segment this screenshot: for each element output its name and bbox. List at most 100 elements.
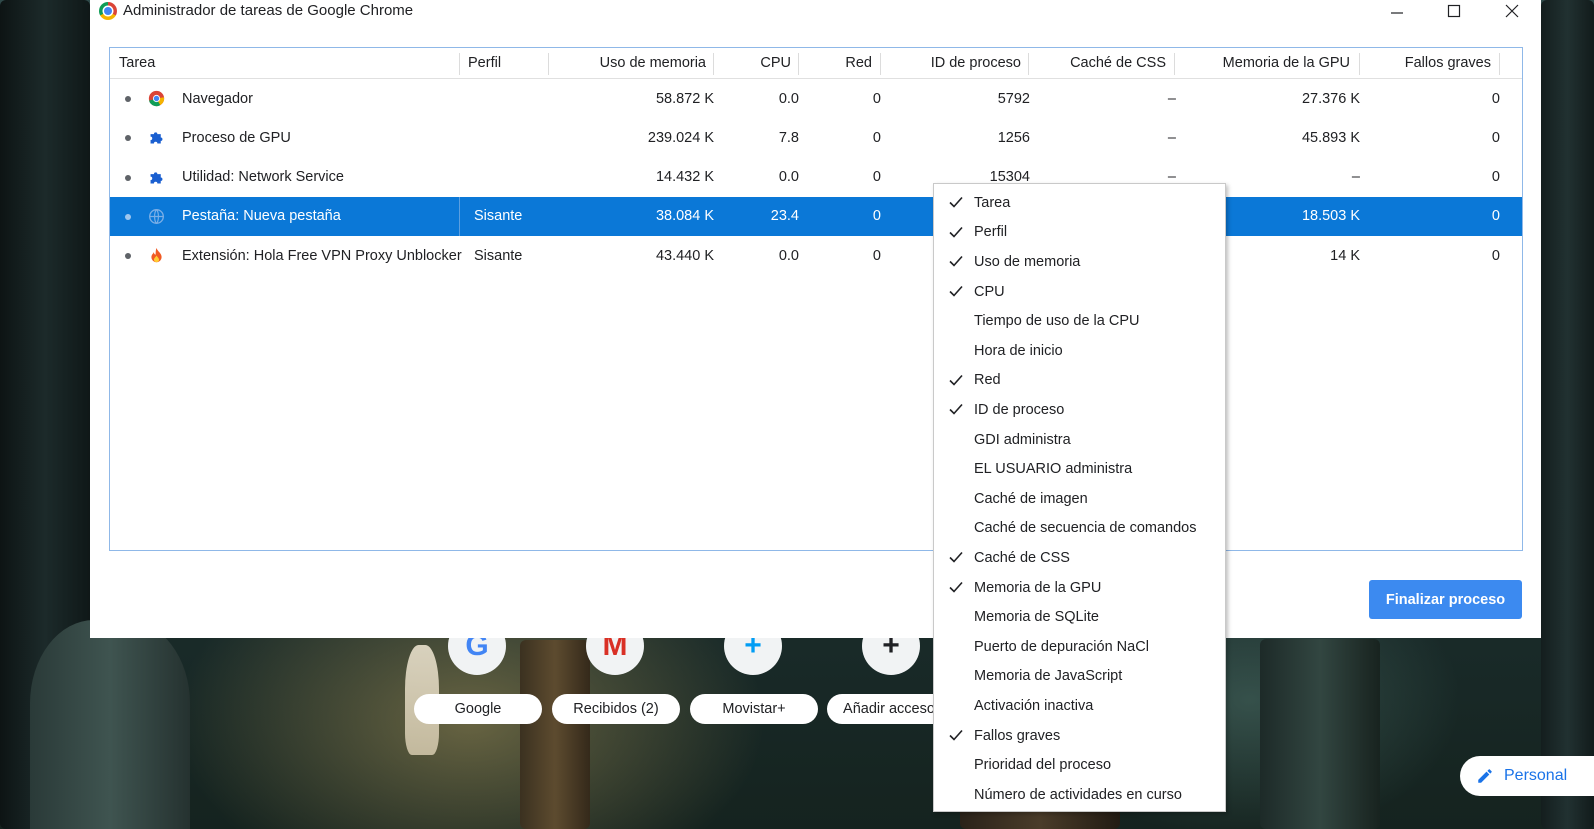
- wallpaper-tree: [1541, 0, 1594, 829]
- table-row[interactable]: Pestaña: Nueva pestaña Sisante 38.084 K 23.…: [110, 196, 1522, 236]
- menu-item[interactable]: Tiempo de uso de la CPU: [934, 306, 1225, 336]
- pencil-icon: [1478, 769, 1492, 783]
- chrome-icon: [99, 2, 117, 20]
- menu-item-label: CPU: [974, 283, 1005, 300]
- menu-item-label: Memoria de la GPU: [974, 579, 1102, 596]
- column-divider[interactable]: [880, 53, 881, 75]
- cell-process-id: 5792: [997, 90, 1030, 107]
- menu-item-label: Uso de memoria: [974, 253, 1081, 270]
- menu-item-label: Caché de imagen: [974, 490, 1088, 507]
- checkmark-icon: [948, 727, 964, 743]
- menu-item[interactable]: CPU: [934, 277, 1225, 307]
- checkmark-icon: [948, 549, 964, 565]
- shortcut-label[interactable]: Movistar+: [690, 694, 818, 724]
- task-manager-window: Administrador de tareas de Google Chrome…: [90, 0, 1541, 638]
- column-header-css-cache[interactable]: Caché de CSS: [1030, 48, 1166, 78]
- menu-item[interactable]: Memoria de la GPU: [934, 573, 1225, 603]
- column-divider[interactable]: [713, 53, 714, 75]
- column-divider[interactable]: [1499, 53, 1500, 75]
- globe-icon: [148, 208, 165, 225]
- table-header: Tarea Perfil Uso de memoria CPU Red ID d…: [110, 48, 1522, 79]
- menu-item-label: Memoria de JavaScript: [974, 668, 1123, 685]
- chrome-icon: [148, 90, 165, 107]
- menu-item[interactable]: Memoria de SQLite: [934, 602, 1225, 632]
- menu-item-label: Tiempo de uso de la CPU: [974, 313, 1140, 330]
- column-header-profile[interactable]: Perfil: [468, 48, 548, 78]
- menu-item-label: Fallos graves: [974, 727, 1061, 744]
- cell-hard-faults: 0: [1491, 208, 1500, 225]
- row-bullet: [125, 253, 131, 260]
- column-header-task[interactable]: Tarea: [119, 48, 449, 78]
- close-button[interactable]: [1492, 0, 1532, 22]
- row-bullet: [125, 135, 131, 142]
- shortcut-label[interactable]: Google: [414, 694, 542, 724]
- menu-item-label: Hora de inicio: [974, 342, 1063, 359]
- cell-memory: 58.872 K: [655, 90, 714, 107]
- menu-item[interactable]: Tarea: [934, 188, 1225, 218]
- cell-network: 0: [872, 169, 881, 186]
- menu-item[interactable]: Prioridad del proceso: [934, 750, 1225, 780]
- menu-item[interactable]: EL USUARIO administra: [934, 454, 1225, 484]
- table-row[interactable]: Proceso de GPU 239.024 K 7.8 0 1256 – 45.893 K…: [110, 118, 1522, 157]
- column-header-gpu-memory[interactable]: Memoria de la GPU: [1176, 48, 1350, 78]
- window-title: Administrador de tareas de Google Chrome: [123, 2, 414, 19]
- column-header-memory[interactable]: Uso de memoria: [550, 48, 706, 78]
- customize-button[interactable]: Personal: [1460, 756, 1594, 796]
- menu-item-label: Puerto de depuración NaCl: [974, 638, 1149, 655]
- cell-profile: [474, 118, 554, 157]
- cell-cpu: 0.0: [778, 247, 799, 264]
- menu-item-label: ID de proceso: [974, 401, 1065, 418]
- maximize-icon: [1447, 4, 1461, 18]
- column-header-process-id[interactable]: ID de proceso: [882, 48, 1021, 78]
- cell-gpu-memory: 27.376 K: [1301, 90, 1360, 107]
- menu-item[interactable]: Activación inactiva: [934, 691, 1225, 721]
- column-header-network[interactable]: Red: [800, 48, 872, 78]
- column-divider[interactable]: [548, 53, 549, 75]
- menu-item[interactable]: GDI administra: [934, 425, 1225, 455]
- puzzle-icon: [148, 169, 165, 186]
- menu-item[interactable]: Hora de inicio: [934, 336, 1225, 366]
- puzzle-icon: [148, 129, 165, 146]
- cell-task: Navegador: [182, 90, 253, 107]
- end-process-button[interactable]: Finalizar proceso: [1369, 580, 1522, 619]
- column-divider[interactable]: [798, 53, 799, 75]
- flame-icon: [148, 247, 165, 264]
- column-divider[interactable]: [459, 53, 460, 75]
- menu-item[interactable]: ID de proceso: [934, 395, 1225, 425]
- cell-task: Utilidad: Network Service: [182, 169, 344, 186]
- menu-item[interactable]: Red: [934, 366, 1225, 396]
- cell-css-cache: –: [1167, 90, 1176, 107]
- checkmark-icon: [948, 224, 964, 240]
- menu-item[interactable]: Fallos graves: [934, 721, 1225, 751]
- cell-network: 0: [872, 90, 881, 107]
- column-header-hard-faults[interactable]: Fallos graves: [1361, 48, 1491, 78]
- maximize-button[interactable]: [1434, 0, 1474, 22]
- table-row[interactable]: Utilidad: Network Service 14.432 K 0.0 0 153…: [110, 158, 1522, 197]
- checkmark-icon: [948, 372, 964, 388]
- table-row[interactable]: Navegador 58.872 K 0.0 0 5792 – 27.376 K 0: [110, 79, 1522, 118]
- cell-process-id: 1256: [997, 129, 1030, 146]
- shortcut-label[interactable]: Recibidos (2): [552, 694, 680, 724]
- column-header-cpu[interactable]: CPU: [715, 48, 791, 78]
- menu-item[interactable]: Perfil: [934, 218, 1225, 248]
- menu-item[interactable]: Número de actividades en curso: [934, 780, 1225, 810]
- cell-hard-faults: 0: [1491, 90, 1500, 107]
- menu-item-label: GDI administra: [974, 431, 1071, 448]
- column-divider[interactable]: [1028, 53, 1029, 75]
- cell-memory: 239.024 K: [647, 129, 714, 146]
- menu-item[interactable]: Memoria de JavaScript: [934, 662, 1225, 692]
- cell-cpu: 0.0: [778, 90, 799, 107]
- menu-item[interactable]: Uso de memoria: [934, 247, 1225, 277]
- process-table[interactable]: Tarea Perfil Uso de memoria CPU Red ID d…: [109, 47, 1523, 551]
- menu-item[interactable]: Caché de imagen: [934, 484, 1225, 514]
- menu-item[interactable]: Puerto de depuración NaCl: [934, 632, 1225, 662]
- menu-item[interactable]: Caché de CSS: [934, 543, 1225, 573]
- checkmark-icon: [948, 253, 964, 269]
- menu-item[interactable]: Caché de secuencia de comandos: [934, 514, 1225, 544]
- menu-item-label: EL USUARIO administra: [974, 461, 1133, 478]
- column-divider[interactable]: [1359, 53, 1360, 75]
- table-row[interactable]: Extensión: Hola Free VPN Proxy Unblocker…: [110, 236, 1522, 275]
- cell-profile: [474, 79, 554, 118]
- minimize-button[interactable]: [1377, 0, 1417, 22]
- column-divider[interactable]: [1174, 53, 1175, 75]
